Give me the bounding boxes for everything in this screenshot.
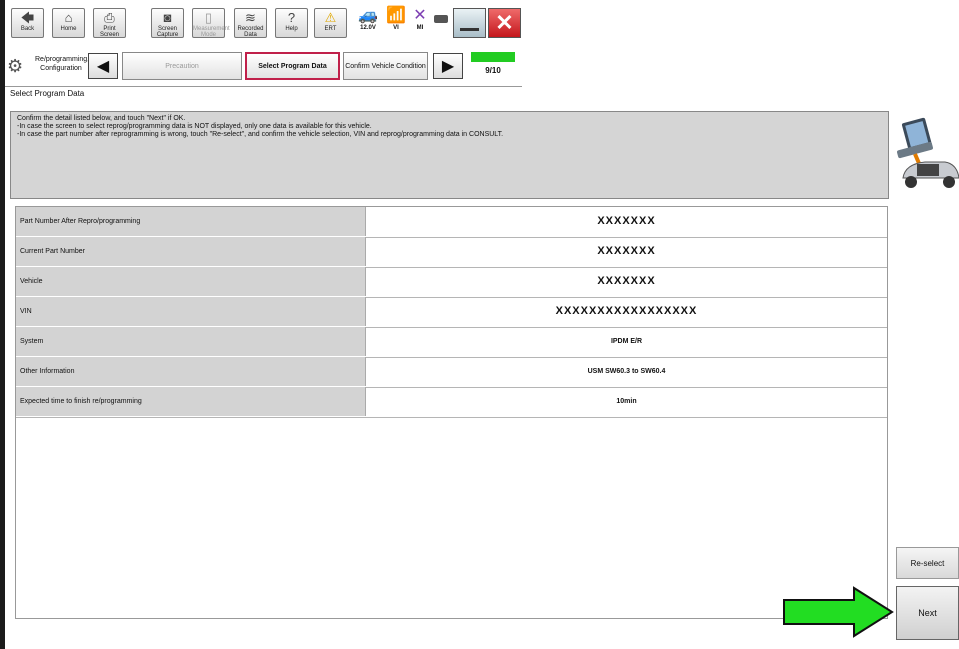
step-precaution: Precaution xyxy=(122,52,242,80)
row-value: XXXXXXX xyxy=(597,215,656,227)
prev-step-button[interactable]: ◀ xyxy=(88,53,118,79)
table-row: Expected time to finish re/programming 1… xyxy=(16,387,887,418)
row-value: XXXXXXX xyxy=(597,275,656,287)
row-label: VIN xyxy=(16,297,366,326)
disconnected-icon: ✕ xyxy=(413,7,427,24)
ert-button[interactable]: ⚠ ERT xyxy=(314,8,347,38)
back-arrow-icon: 🡄 xyxy=(20,10,35,25)
next-button[interactable]: Next xyxy=(896,586,959,640)
camera-icon: ◙ xyxy=(163,10,172,25)
breadcrumb: ⚙ Re/programming, Configuration ◀ Precau… xyxy=(5,48,522,86)
next-step-button[interactable]: ▶ xyxy=(433,53,463,79)
help-button[interactable]: ? Help xyxy=(275,8,308,38)
table-row: Other Information USM SW60.3 to SW60.4 xyxy=(16,357,887,388)
step-confirm-vehicle-condition: Confirm Vehicle Condition xyxy=(343,52,428,80)
minimize-icon xyxy=(460,28,479,31)
signal-icon: 📶 xyxy=(386,7,406,24)
row-value: 10min xyxy=(616,398,637,405)
battery-status: 🚙 12.0V xyxy=(355,7,381,31)
home-icon: ⌂ xyxy=(64,10,73,25)
measurement-mode-button[interactable]: ▯ Measurement Mode xyxy=(192,8,230,38)
reprogramming-icon: ⚙ xyxy=(7,56,24,76)
close-icon: ✕ xyxy=(495,10,514,35)
instruction-line: -In case the screen to select reprog/pro… xyxy=(17,123,372,130)
home-button[interactable]: ⌂ Home xyxy=(52,8,85,38)
row-label: Expected time to finish re/programming xyxy=(16,387,366,416)
instructions-panel: Confirm the detail listed below, and tou… xyxy=(10,111,889,199)
left-triangle-icon: ◀ xyxy=(96,58,110,75)
row-label: System xyxy=(16,327,366,356)
program-data-table: Part Number After Repro/programming XXXX… xyxy=(15,206,888,619)
table-row: System IPDM E/R xyxy=(16,327,887,358)
help-icon: ? xyxy=(287,10,296,25)
meter-icon: ▯ xyxy=(204,10,213,25)
recorded-data-button[interactable]: ≋ Recorded Data xyxy=(234,8,267,38)
row-label: Vehicle xyxy=(16,267,366,296)
laptop-car-icon xyxy=(897,117,959,188)
instruction-line: Confirm the detail listed below, and tou… xyxy=(17,115,186,122)
minimize-button[interactable] xyxy=(453,8,486,38)
vi-status: 📶 VI xyxy=(386,7,406,31)
screen-capture-button[interactable]: ◙ Screen Capture xyxy=(151,8,184,38)
reselect-button[interactable]: Re-select xyxy=(896,547,959,579)
row-label: Current Part Number xyxy=(16,237,366,266)
row-value: USM SW60.3 to SW60.4 xyxy=(587,368,666,375)
car-icon: 🚙 xyxy=(358,7,378,24)
progress-count: 9/10 xyxy=(485,66,501,75)
right-triangle-icon: ▶ xyxy=(441,58,455,75)
toolbar: 🡄 Back ⌂ Home ⎙ Print Screen ◙ Screen Ca… xyxy=(5,0,522,48)
breadcrumb-section: Re/programming, Configuration xyxy=(35,56,90,72)
table-row: VIN XXXXXXXXXXXXXXXXX xyxy=(16,297,887,328)
back-button[interactable]: 🡄 Back xyxy=(11,8,44,38)
table-row: Part Number After Repro/programming XXXX… xyxy=(16,207,887,238)
table-row: Vehicle XXXXXXX xyxy=(16,267,887,298)
recorded-data-icon: ≋ xyxy=(245,10,256,25)
print-screen-button[interactable]: ⎙ Print Screen xyxy=(93,8,126,38)
progress-bar xyxy=(471,52,515,62)
row-label: Other Information xyxy=(16,357,366,386)
green-arrow-icon xyxy=(783,586,894,638)
row-value: XXXXXXXXXXXXXXXXX xyxy=(555,305,698,317)
battery-icon xyxy=(434,15,448,23)
close-button[interactable]: ✕ xyxy=(488,8,521,38)
mi-status: ✕ MI xyxy=(409,7,431,31)
page-title: Select Program Data xyxy=(5,86,522,100)
step-select-program-data: Select Program Data xyxy=(245,52,340,80)
warning-icon: ⚠ xyxy=(324,10,337,25)
row-label: Part Number After Repro/programming xyxy=(16,207,366,236)
instruction-line: -In case the part number after reprogram… xyxy=(17,131,504,138)
printer-icon: ⎙ xyxy=(104,10,115,25)
table-row: Current Part Number XXXXXXX xyxy=(16,237,887,268)
row-value: XXXXXXX xyxy=(597,245,656,257)
row-value: IPDM E/R xyxy=(610,338,643,345)
